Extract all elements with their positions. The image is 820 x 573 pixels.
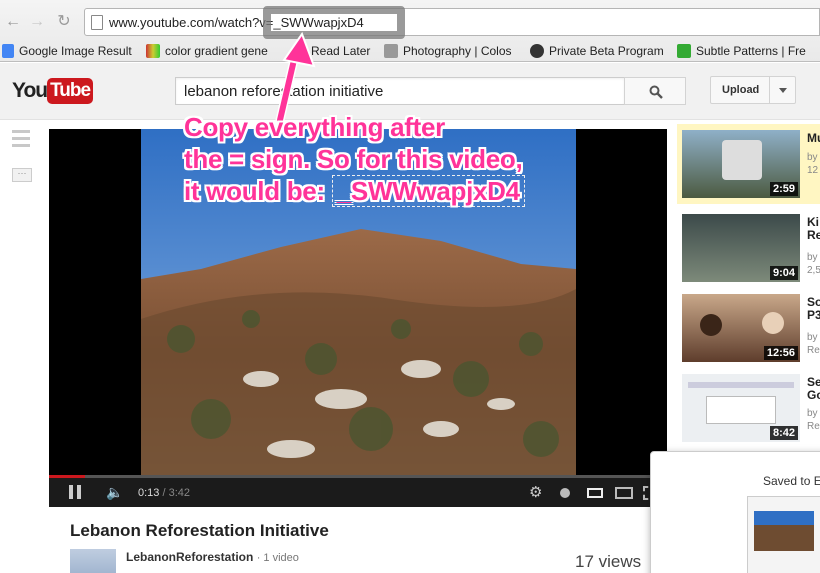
- saved-text: Saved to E: [763, 474, 820, 488]
- time-display: 0:13 / 3:42: [138, 487, 190, 499]
- related-title: So P3: [807, 295, 820, 322]
- gear-icon[interactable]: ⚙: [529, 483, 542, 501]
- more-icon[interactable]: ···: [12, 168, 32, 182]
- annotation-video-id: _SWWwapjxD4: [331, 175, 525, 207]
- search-icon: [649, 85, 663, 99]
- related-video-4[interactable]: 8:42 SeGo by Re: [677, 368, 820, 448]
- search-button[interactable]: [624, 77, 686, 105]
- bookmark-google-image[interactable]: Google Image Result: [2, 44, 132, 58]
- bookmark-photography[interactable]: Photography | Colos: [384, 44, 512, 58]
- annotation-line-1: Copy everything after: [184, 112, 445, 142]
- progress-bar[interactable]: [49, 475, 667, 478]
- bookmark-private-beta[interactable]: Private Beta Program: [530, 44, 664, 58]
- related-by: by: [807, 332, 818, 343]
- google-favicon: [2, 44, 14, 58]
- related-video-2[interactable]: 9:04 Ki Re by 2,5: [677, 208, 820, 288]
- upload-divider: [769, 77, 770, 103]
- related-title: Ki Re: [807, 215, 820, 242]
- back-icon[interactable]: ←: [4, 12, 22, 32]
- duration-badge: 8:42: [769, 426, 798, 440]
- upload-label: Upload: [722, 84, 760, 96]
- related-video-1[interactable]: 2:59 Mu by 12: [677, 124, 820, 204]
- related-title: Mu: [807, 131, 820, 145]
- search-input[interactable]: lebanon reforestation initiative: [175, 77, 625, 105]
- progress-played: [49, 475, 85, 478]
- video-title: Lebanon Reforestation Initiative: [70, 521, 329, 540]
- volume-icon[interactable]: 🔈: [106, 484, 123, 501]
- related-meta: Re: [807, 345, 820, 356]
- saved-thumbnail: [747, 496, 820, 573]
- related-meta: Re: [807, 421, 820, 432]
- thumbnail[interactable]: 9:04: [682, 214, 800, 282]
- avatar[interactable]: [70, 549, 116, 573]
- related-video-3[interactable]: 12:56 So P3 by Re: [677, 288, 820, 368]
- related-meta: 2,5: [807, 265, 820, 276]
- address-bar[interactable]: www.youtube.com/watch?v=_SWWwapjxD4: [84, 8, 820, 36]
- related-title: SeGo: [807, 375, 820, 402]
- thumbnail[interactable]: 12:56: [682, 294, 800, 362]
- channel-name[interactable]: LebanonReforestation: [126, 550, 253, 564]
- annotations-icon[interactable]: [560, 488, 570, 498]
- page-icon: [91, 15, 103, 30]
- bookmarks-bar: Google Image Result color gradient gene …: [0, 42, 820, 62]
- duration-badge: 9:04: [769, 266, 798, 280]
- player-controls: 🔈 0:13 / 3:42 ⚙: [49, 475, 667, 507]
- thumbnail[interactable]: 2:59: [682, 130, 800, 198]
- photo-favicon: [384, 44, 398, 58]
- video-count: · 1 video: [256, 552, 299, 564]
- annotation-text: Copy everything after the = sign. So for…: [184, 111, 525, 207]
- duration-badge: 2:59: [769, 182, 798, 196]
- browser-chrome: ← → ↻ www.youtube.com/watch?v=_SWWwapjxD…: [0, 0, 820, 62]
- current-time: 0:13: [138, 487, 160, 499]
- logo-you-text: You: [12, 79, 48, 102]
- logo-tube-text: Tube: [47, 78, 94, 104]
- subtle-patterns-favicon: [677, 44, 691, 58]
- saved-notification[interactable]: Saved to E: [650, 451, 820, 573]
- color-bars-favicon: [146, 44, 160, 58]
- related-by: by: [807, 252, 818, 263]
- youtube-logo[interactable]: You Tube: [12, 78, 94, 104]
- bookmark-color-gradient[interactable]: color gradient gene: [146, 44, 268, 58]
- upload-button[interactable]: Upload: [710, 76, 796, 104]
- pause-icon[interactable]: [69, 485, 81, 499]
- hamburger-icon[interactable]: [12, 130, 30, 147]
- github-favicon: [530, 44, 544, 58]
- duration-badge: 12:56: [763, 346, 798, 360]
- annotation-line-2: the = sign. So for this video,: [184, 144, 523, 174]
- related-by: by: [807, 152, 818, 163]
- small-player-icon[interactable]: [587, 488, 603, 498]
- large-player-icon[interactable]: [615, 487, 633, 499]
- annotation-line-3: it would be:: [184, 176, 332, 206]
- channel-info: LebanonReforestation · 1 video: [126, 550, 299, 564]
- guide-menu[interactable]: ···: [12, 130, 32, 182]
- forward-icon[interactable]: →: [28, 12, 46, 32]
- view-count: 17 views: [575, 552, 642, 571]
- related-by: by: [807, 408, 818, 419]
- thumbnail[interactable]: 8:42: [682, 374, 800, 442]
- bookmark-subtle-patterns[interactable]: Subtle Patterns | Fre: [677, 44, 806, 58]
- duration: / 3:42: [162, 487, 191, 499]
- reload-icon[interactable]: ↻: [55, 12, 73, 32]
- chevron-down-icon[interactable]: [779, 88, 787, 93]
- related-meta: 12: [807, 165, 819, 176]
